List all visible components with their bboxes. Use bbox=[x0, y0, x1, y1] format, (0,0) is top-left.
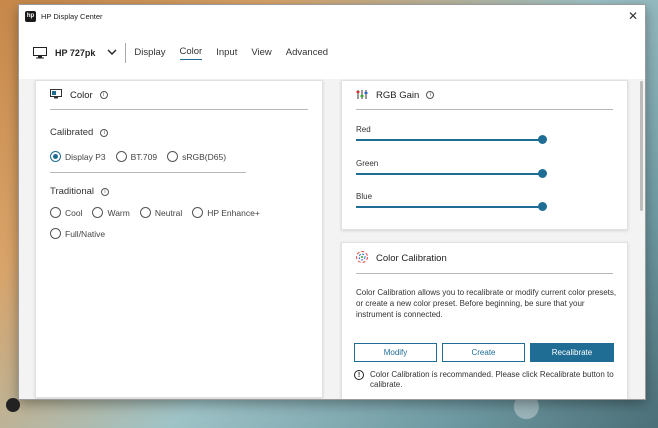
radio-selected-icon[interactable] bbox=[50, 151, 61, 162]
window-title: HP Display Center bbox=[41, 11, 103, 21]
radio-neutral[interactable]: Neutral bbox=[139, 207, 183, 218]
radio-cool[interactable]: Cool bbox=[50, 207, 82, 218]
calibrated-label: Calibrated bbox=[50, 127, 94, 138]
info-icon[interactable]: i bbox=[100, 128, 109, 137]
rgb-panel-title: RGB Gain bbox=[376, 89, 420, 101]
calib-panel-title: Color Calibration bbox=[376, 252, 447, 264]
tab-display[interactable]: Display bbox=[134, 47, 165, 60]
blue-slider-group: Blue bbox=[356, 192, 547, 211]
calib-warning: ! Color Calibration is recommanded. Plea… bbox=[354, 370, 616, 390]
slider-thumb[interactable] bbox=[538, 169, 547, 178]
info-icon[interactable]: i bbox=[426, 91, 435, 99]
device-name[interactable]: HP 727pk bbox=[55, 48, 95, 58]
watermark-logo bbox=[6, 398, 23, 412]
radio-icon[interactable] bbox=[50, 207, 61, 218]
radio-label: sRGB(D65) bbox=[182, 151, 227, 162]
chevron-down-icon[interactable] bbox=[107, 48, 117, 59]
calibrated-options: Display P3 BT.709 sRGB(D65) bbox=[50, 151, 236, 162]
radio-label: Warm bbox=[107, 207, 130, 218]
recalibrate-button[interactable]: Recalibrate bbox=[530, 343, 614, 362]
tab-view[interactable]: View bbox=[251, 47, 271, 60]
traditional-options: Cool Warm Neutral HP Enhance+ bbox=[50, 207, 270, 218]
close-button[interactable]: ✕ bbox=[621, 5, 645, 27]
calib-buttons: Modify Create Recalibrate bbox=[354, 343, 614, 362]
radio-icon[interactable] bbox=[139, 207, 151, 218]
calib-description: Color Calibration allows you to recalibr… bbox=[356, 288, 617, 319]
radio-label: BT.709 bbox=[130, 151, 158, 162]
radio-label: HP Enhance+ bbox=[207, 207, 260, 218]
green-slider-group: Green bbox=[356, 159, 547, 178]
red-label: Red bbox=[356, 125, 371, 134]
color-panel: Color i Calibrated i Display P3 BT.709 s… bbox=[35, 80, 323, 398]
divider bbox=[356, 109, 613, 110]
color-wheel-icon bbox=[356, 251, 368, 265]
divider bbox=[356, 273, 613, 274]
radio-srgb[interactable]: sRGB(D65) bbox=[167, 151, 226, 162]
tab-advanced[interactable]: Advanced bbox=[286, 47, 328, 60]
blue-slider[interactable] bbox=[356, 202, 547, 211]
info-icon[interactable]: i bbox=[101, 187, 110, 196]
calibrated-heading: Calibrated i bbox=[50, 127, 109, 138]
scrollbar[interactable] bbox=[640, 81, 643, 211]
color-panel-title: Color bbox=[70, 89, 93, 101]
slider-thumb[interactable] bbox=[538, 202, 547, 211]
traditional-heading: Traditional i bbox=[50, 186, 110, 197]
rgb-panel-header: RGB Gain i bbox=[342, 81, 627, 109]
divider bbox=[50, 172, 246, 173]
blue-label: Blue bbox=[356, 192, 373, 201]
radio-full-native[interactable]: Full/Native bbox=[50, 228, 105, 239]
hp-logo-icon: hp bbox=[25, 10, 36, 22]
rgb-gain-panel: RGB Gain i Red Green Blue bbox=[341, 80, 628, 230]
radio-hp-enhance[interactable]: HP Enhance+ bbox=[192, 207, 260, 218]
radio-icon[interactable] bbox=[50, 228, 61, 239]
traditional-label: Traditional bbox=[50, 186, 95, 197]
top-navigation: HP 727pk Display Color Input View Advanc… bbox=[19, 27, 645, 79]
red-slider[interactable] bbox=[356, 135, 547, 144]
slider-thumb[interactable] bbox=[538, 135, 547, 144]
radio-label: Neutral bbox=[154, 207, 183, 218]
monitor-icon bbox=[33, 47, 47, 59]
tab-input[interactable]: Input bbox=[216, 47, 237, 60]
radio-display-p3[interactable]: Display P3 bbox=[50, 151, 106, 162]
radio-label: Display P3 bbox=[65, 151, 106, 162]
radio-warm[interactable]: Warm bbox=[92, 207, 130, 218]
radio-icon[interactable] bbox=[192, 207, 204, 218]
radio-label: Cool bbox=[65, 207, 83, 218]
title-bar: hp HP Display Center ✕ bbox=[19, 5, 645, 27]
green-slider[interactable] bbox=[356, 169, 547, 178]
radio-icon[interactable] bbox=[92, 207, 104, 218]
calib-panel-header: Color Calibration bbox=[342, 243, 627, 273]
color-panel-header: Color i bbox=[36, 81, 322, 109]
tab-color[interactable]: Color bbox=[179, 46, 203, 60]
app-window: hp HP Display Center ✕ HP 727pk Display … bbox=[18, 4, 646, 400]
nav-divider bbox=[125, 43, 127, 63]
traditional-options-row2: Full/Native bbox=[50, 228, 115, 239]
watermark-icon bbox=[6, 398, 20, 412]
warning-icon: ! bbox=[354, 370, 364, 380]
color-icon bbox=[50, 89, 62, 101]
green-label: Green bbox=[356, 159, 379, 168]
warning-text: Color Calibration is recommanded. Please… bbox=[370, 370, 614, 389]
info-icon[interactable]: i bbox=[99, 91, 108, 99]
create-button[interactable]: Create bbox=[442, 343, 525, 362]
red-slider-group: Red bbox=[356, 125, 547, 144]
sliders-icon bbox=[356, 89, 368, 102]
divider bbox=[50, 109, 308, 110]
radio-icon[interactable] bbox=[115, 151, 127, 162]
radio-bt709[interactable]: BT.709 bbox=[115, 151, 158, 162]
radio-label: Full/Native bbox=[65, 228, 106, 239]
modify-button[interactable]: Modify bbox=[354, 343, 437, 362]
color-calibration-panel: Color Calibration Color Calibration allo… bbox=[341, 242, 628, 399]
radio-icon[interactable] bbox=[167, 151, 179, 162]
